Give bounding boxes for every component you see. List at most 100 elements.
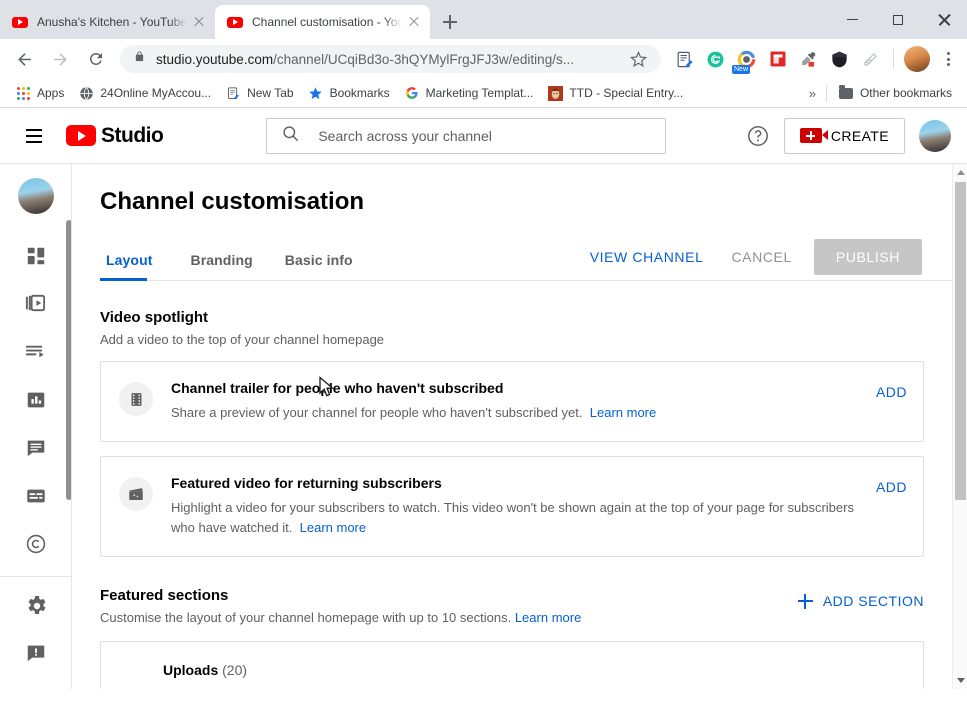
view-channel-button[interactable]: VIEW CHANNEL [576,240,718,274]
help-circle-icon[interactable] [746,124,770,148]
learn-more-link[interactable]: Learn more [590,405,656,420]
browser-tab-1[interactable]: Anusha's Kitchen - YouTube [0,5,215,39]
card-description: Share a preview of your channel for peop… [171,403,862,423]
sidebar-divider [0,576,71,577]
tab-strip: Anusha's Kitchen - YouTube Channel custo… [0,0,967,39]
card-title: Featured video for returning subscribers [171,475,442,491]
sidebar-item-playlists[interactable] [0,330,71,378]
window-controls [829,0,967,39]
url-path: /channel/UCqiBd3o-3hQYMylFrgJFJ3w/editin… [273,51,574,67]
sidebar-item-copyright[interactable] [0,522,71,570]
video-spotlight-section: Video spotlight Add a video to the top o… [100,309,967,347]
bookmark-apps[interactable]: Apps [8,82,71,105]
featured-video-card: Featured video for returning subscribers… [100,456,924,557]
new-tab-button[interactable] [436,8,464,36]
other-bookmarks-button[interactable]: Other bookmarks [831,82,959,105]
add-featured-video-button[interactable]: ADD [876,475,907,495]
bookmark-star-icon[interactable] [625,46,651,72]
sidebar-item-comments[interactable] [0,426,71,474]
learn-more-link[interactable]: Learn more [300,520,366,535]
featured-sections-text: Featured sections Customise the layout o… [100,587,581,625]
bookmark-label: Marketing Templat... [425,86,534,100]
ttd-icon [547,85,563,101]
learn-more-link[interactable]: Learn more [515,610,581,625]
sidebar-item-dashboard[interactable] [0,234,71,282]
studio-header: Studio Search across your channel CREATE [0,108,967,164]
publish-button: PUBLISH [813,239,922,275]
search-placeholder: Search across your channel [318,127,492,144]
editor-extension-icon[interactable] [857,46,884,73]
bookmark-ttd[interactable]: TTD - Special Entry... [540,82,690,105]
studio-sidebar [0,164,72,689]
create-label: CREATE [830,127,889,144]
sidebar-item-content[interactable] [0,282,71,330]
bookmark-24online[interactable]: 24Online MyAccou... [71,82,218,105]
scroll-down-arrow[interactable] [956,678,965,683]
featured-sections-header: Featured sections Customise the layout o… [100,587,924,625]
toolbar-divider [893,49,894,69]
bookmark-new-tab[interactable]: New Tab [218,82,300,105]
page-scrollbar-thumb[interactable] [955,182,966,500]
profile-avatar[interactable] [904,46,930,72]
tab-basic-info[interactable]: Basic info [285,238,369,280]
close-icon[interactable] [191,14,207,30]
forward-arrow-icon[interactable] [45,44,75,74]
add-section-button[interactable]: ADD SECTION [797,587,924,609]
reload-icon[interactable] [81,44,111,74]
search-input[interactable]: Search across your channel [266,117,667,154]
page-scrollbar[interactable] [952,164,967,689]
sidebar-item-subtitles[interactable] [0,474,71,522]
bookmark-marketing-template[interactable]: Marketing Templat... [397,82,541,105]
card-desc-text: Highlight a video for your subscribers t… [171,500,854,535]
sidebar-item-analytics[interactable] [0,378,71,426]
featured-section-row-uploads[interactable]: Uploads (20) [100,641,924,689]
vpn-extension-icon[interactable] [826,46,853,73]
cancel-button[interactable]: CANCEL [717,240,805,274]
studio-logo[interactable]: Studio [66,124,164,148]
close-icon[interactable] [406,14,422,30]
browser-window: Anusha's Kitchen - YouTube Channel custo… [0,0,967,709]
tab-title: Anusha's Kitchen - YouTube [37,15,187,29]
mouse-cursor [319,376,335,397]
create-button[interactable]: CREATE [783,117,905,154]
eyedropper-extension-icon[interactable] [795,46,822,73]
notes-extension-icon[interactable] [671,46,698,73]
youtube-icon [12,14,28,30]
clapperboard-sparkle-icon [119,477,153,511]
globe-icon [78,85,94,101]
subtitles-icon [25,485,47,512]
hamburger-menu-icon[interactable] [14,116,54,156]
tab-branding[interactable]: Branding [191,238,269,280]
add-trailer-button[interactable]: ADD [876,380,907,400]
note-edit-icon [225,85,241,101]
video-library-icon [24,292,47,320]
bookmark-bookmarks[interactable]: Bookmarks [301,82,397,105]
gear-icon [24,593,48,622]
sidebar-channel-avatar[interactable] [17,178,54,214]
tab-layout[interactable]: Layout [100,238,175,280]
account-avatar[interactable] [919,119,951,152]
scroll-up-arrow[interactable] [956,170,965,175]
card-body: Featured video for returning subscribers… [153,475,876,538]
bookmark-label: 24Online MyAccou... [100,86,212,100]
grammarly-extension-icon[interactable] [702,46,729,73]
google-icon [404,85,420,101]
minimize-button[interactable] [829,3,875,37]
three-dot-menu-icon[interactable] [935,46,961,72]
bookmarks-divider [825,84,827,102]
flipboard-extension-icon[interactable] [764,46,791,73]
page-viewport: Studio Search across your channel CREATE [0,108,967,689]
maximize-button[interactable] [875,3,921,37]
sidebar-item-settings[interactable] [0,583,71,631]
browser-tab-2[interactable]: Channel customisation - YouTub [215,5,430,39]
bookmarks-overflow-button[interactable]: » [802,86,822,101]
address-bar[interactable]: studio.youtube.com/channel/UCqiBd3o-3hQY… [120,45,661,73]
search-icon [281,124,300,148]
bookmark-label: Apps [37,86,65,100]
back-arrow-icon[interactable] [9,44,39,74]
bar-chart-icon [25,389,47,416]
close-window-button[interactable] [921,3,967,37]
sidebar-item-send-feedback[interactable] [0,631,71,679]
page-actions: VIEW CHANNEL CANCEL PUBLISH [576,239,922,279]
screen-capture-extension-icon[interactable]: New [732,46,760,74]
